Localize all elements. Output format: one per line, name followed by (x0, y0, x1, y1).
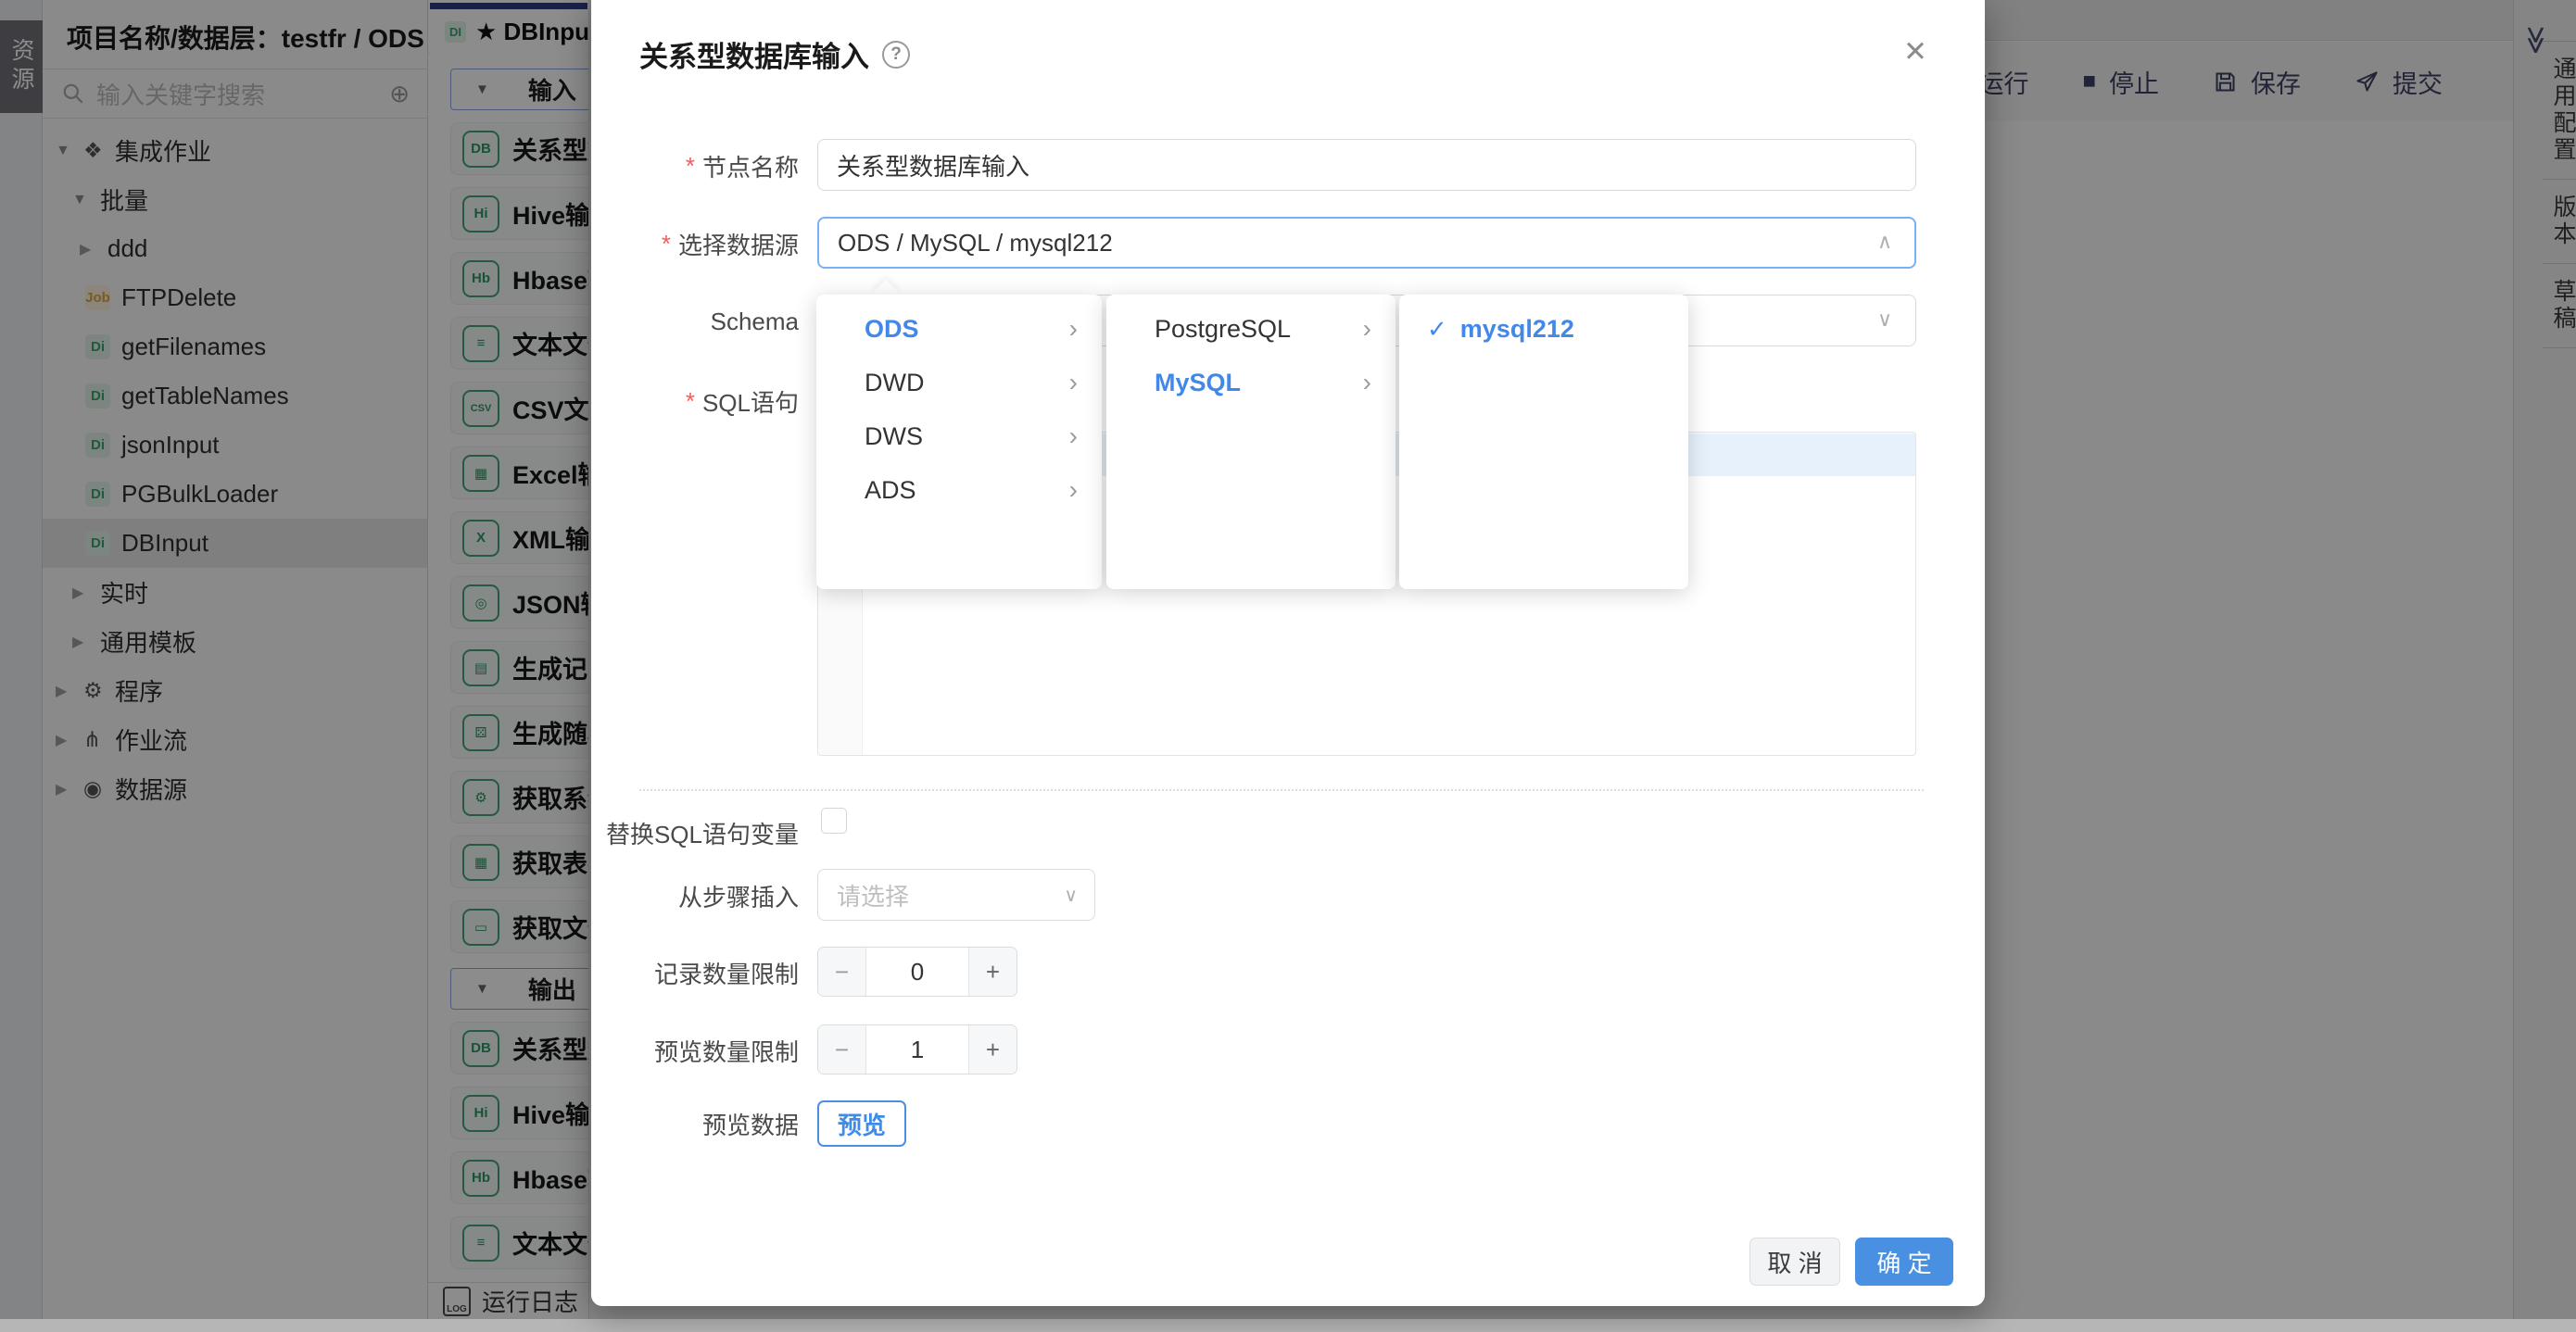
node-name-label: * 节点名称 (591, 139, 799, 193)
db-input-dialog: 关系型数据库输入 ? ✕ * 节点名称 * 选择数据源 ∧ Schema (591, 0, 1985, 1306)
required-asterisk: * (686, 387, 695, 416)
chevron-down-icon[interactable]: ∨ (1877, 308, 1892, 332)
close-icon[interactable]: ✕ (1903, 37, 1927, 66)
record-limit-value[interactable]: 0 (866, 948, 968, 996)
replace-vars-row: 替换SQL语句变量 (591, 821, 1985, 845)
chevron-right-icon: › (1069, 475, 1078, 505)
preview-limit-label: 预览数量限制 (591, 1024, 799, 1076)
option-label: DWD (865, 369, 1069, 397)
record-limit-stepper: − 0 + (817, 947, 1017, 997)
cascader-column-1: PostgreSQL›MySQL› (1106, 295, 1395, 589)
option-label: MySQL (1155, 369, 1363, 397)
insert-step-label: 从步骤插入 (591, 869, 799, 923)
node-name-input[interactable] (817, 139, 1916, 191)
preview-limit-stepper: − 1 + (817, 1024, 1017, 1074)
record-limit-label: 记录数量限制 (591, 947, 799, 999)
help-icon[interactable]: ? (882, 41, 910, 69)
required-asterisk: * (686, 152, 695, 181)
app-screen: 资源 项目名称/数据层：testfr / ODS 输入关键字搜索 ⊕ ▼❖集成作… (0, 0, 2576, 1332)
section-divider (639, 789, 1924, 791)
option-label: mysql212 (1460, 315, 1664, 344)
preview-button[interactable]: 预览 (817, 1100, 906, 1147)
schema-label: Schema (591, 295, 799, 348)
increment-button[interactable]: + (968, 948, 1017, 996)
node-name-row: * 节点名称 (591, 139, 1985, 193)
horizontal-scrollbar[interactable] (0, 1319, 2576, 1332)
cascader-option-DWD[interactable]: DWD› (816, 356, 1102, 409)
preview-data-label: 预览数据 (591, 1100, 799, 1147)
dialog-title: 关系型数据库输入 (639, 33, 869, 75)
preview-limit-value[interactable]: 1 (866, 1025, 968, 1074)
cancel-button[interactable]: 取 消 (1749, 1238, 1840, 1286)
insert-step-row: 从步骤插入 请选择 ∨ (591, 869, 1985, 923)
datasource-label: * 选择数据源 (591, 217, 799, 270)
cascader-option-ODS[interactable]: ODS› (816, 302, 1102, 356)
cascader-option-DWS[interactable]: DWS› (816, 409, 1102, 463)
preview-limit-row: 预览数量限制 − 1 + (591, 1024, 1985, 1076)
cascader-option-PostgreSQL[interactable]: PostgreSQL› (1106, 302, 1395, 356)
chevron-right-icon: › (1363, 368, 1371, 397)
cascader-option-ADS[interactable]: ADS› (816, 463, 1102, 517)
decrement-button[interactable]: − (818, 948, 866, 996)
sql-label: * SQL语句 (591, 374, 799, 428)
record-limit-row: 记录数量限制 − 0 + (591, 947, 1985, 999)
option-label: PostgreSQL (1155, 315, 1363, 344)
datasource-row: * 选择数据源 ∧ (591, 217, 1985, 270)
decrement-button[interactable]: − (818, 1025, 866, 1074)
cascader-option-MySQL[interactable]: MySQL› (1106, 356, 1395, 409)
required-asterisk: * (662, 230, 671, 258)
chevron-right-icon: › (1069, 368, 1078, 397)
replace-vars-checkbox[interactable] (821, 808, 847, 834)
insert-step-select[interactable]: 请选择 ∨ (817, 869, 1095, 921)
preview-data-row: 预览数据 预览 (591, 1100, 1985, 1147)
chevron-up-icon[interactable]: ∧ (1877, 230, 1892, 254)
chevron-right-icon: › (1069, 314, 1078, 344)
ok-button[interactable]: 确 定 (1855, 1238, 1953, 1286)
cascader-column-0: ODS›DWD›DWS›ADS› (816, 295, 1102, 589)
option-label: ODS (865, 315, 1069, 344)
check-icon: ✓ (1427, 315, 1447, 344)
cascader-column-2: ✓ mysql212 (1399, 295, 1688, 589)
option-label: DWS (865, 422, 1069, 451)
cascader-option-mysql212[interactable]: ✓ mysql212 (1399, 302, 1688, 356)
option-label: ADS (865, 476, 1069, 505)
select-placeholder: 请选择 (837, 878, 909, 912)
chevron-right-icon: › (1069, 421, 1078, 451)
increment-button[interactable]: + (968, 1025, 1017, 1074)
datasource-input[interactable] (817, 217, 1916, 269)
chevron-right-icon: › (1363, 314, 1371, 344)
chevron-down-icon: ∨ (1064, 884, 1078, 907)
replace-vars-label: 替换SQL语句变量 (591, 821, 799, 845)
